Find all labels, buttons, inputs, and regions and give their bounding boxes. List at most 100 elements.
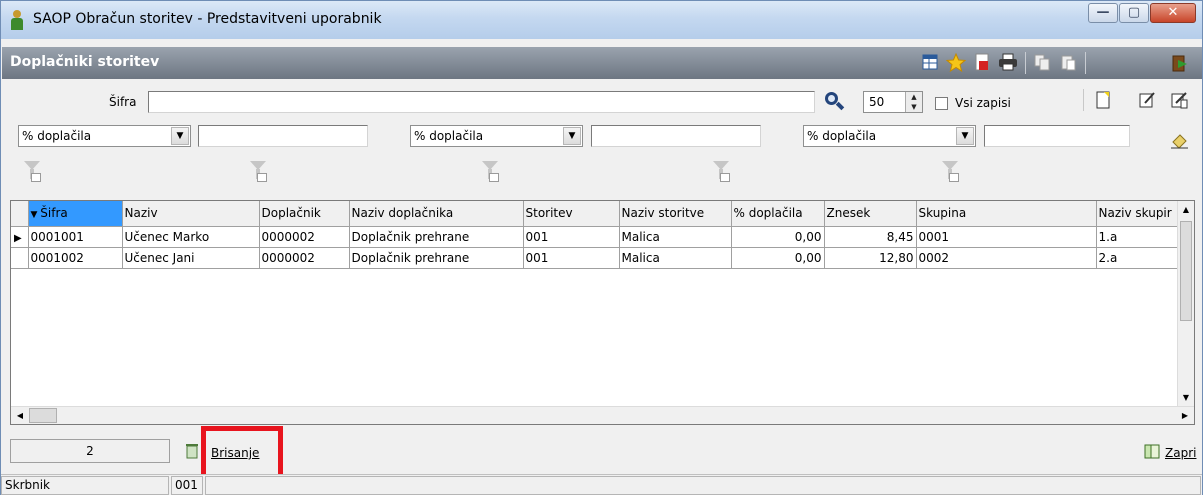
chevron-down-icon[interactable]: ▼ xyxy=(563,127,581,145)
cell-procent-doplacila[interactable]: 0,00 xyxy=(731,247,825,269)
close-icon: ✕ xyxy=(1167,5,1179,20)
minimize-button[interactable]: — xyxy=(1088,3,1118,23)
column-header-naziv-storitve[interactable]: Naziv storitve xyxy=(619,201,732,227)
cell-naziv[interactable]: Učenec Jani xyxy=(122,247,260,269)
filter-value-input-1[interactable] xyxy=(198,125,368,147)
edit-record-icon[interactable] xyxy=(1137,91,1157,111)
maximize-icon: ▢ xyxy=(1127,5,1141,20)
export-pdf-icon[interactable] xyxy=(972,53,992,73)
recycle-bin-icon[interactable] xyxy=(184,439,200,463)
close-form-icon[interactable] xyxy=(1143,439,1161,463)
paste-icon[interactable] xyxy=(1058,53,1078,73)
table-row[interactable]: 0001002 Učenec Jani 0000002 Doplačnik pr… xyxy=(11,247,1184,269)
record-count: 2 xyxy=(10,439,170,463)
cell-znesek[interactable]: 8,45 xyxy=(824,226,917,248)
exit-door-icon[interactable] xyxy=(1170,53,1190,73)
cell-naziv-storitve[interactable]: Malica xyxy=(619,247,732,269)
row-indicator-header xyxy=(11,201,29,227)
cell-naziv-storitve[interactable]: Malica xyxy=(619,226,732,248)
search-code-input[interactable] xyxy=(148,91,815,113)
filter-value-input-2[interactable] xyxy=(591,125,761,147)
cell-naziv-skupine[interactable]: 2.a xyxy=(1096,247,1184,269)
close-window-button[interactable]: ✕ xyxy=(1150,3,1196,23)
chevron-down-icon[interactable]: ▼ xyxy=(171,127,189,145)
scroll-right-icon[interactable]: ▶ xyxy=(1178,408,1192,423)
filter-funnel-icon[interactable] xyxy=(24,161,42,183)
filter-field-value: % doplačila xyxy=(22,129,92,143)
cell-procent-doplacila[interactable]: 0,00 xyxy=(731,226,825,248)
cell-naziv-doplacnika[interactable]: Doplačnik prehrane xyxy=(349,247,524,269)
cell-naziv[interactable]: Učenec Marko xyxy=(122,226,260,248)
column-header-skupina[interactable]: Skupina xyxy=(916,201,1097,227)
table-view-icon[interactable] xyxy=(920,53,940,73)
status-user: Skrbnik xyxy=(1,476,169,495)
sort-desc-icon: ▼ xyxy=(30,210,41,221)
cell-skupina[interactable]: 0001 xyxy=(916,226,1097,248)
column-header-storitev[interactable]: Storitev xyxy=(523,201,620,227)
favorite-star-icon[interactable] xyxy=(945,52,967,73)
new-record-icon[interactable] xyxy=(1093,91,1113,111)
all-records-checkbox[interactable] xyxy=(935,97,948,110)
scroll-down-icon[interactable]: ▼ xyxy=(1178,389,1194,406)
cell-sifra[interactable]: 0001001 xyxy=(28,226,123,248)
scroll-up-icon[interactable]: ▲ xyxy=(1178,201,1194,218)
row-indicator xyxy=(11,247,29,269)
cell-skupina[interactable]: 0002 xyxy=(916,247,1097,269)
status-message xyxy=(205,476,1201,495)
vertical-scrollbar[interactable]: ▲ ▼ xyxy=(1177,201,1194,406)
all-records-label: Vsi zapisi xyxy=(955,96,1011,110)
column-header-procent-doplacila[interactable]: % doplačila xyxy=(731,201,825,227)
app-logo-icon xyxy=(9,10,25,30)
record-limit-stepper[interactable]: 50 ▲ ▼ xyxy=(863,91,923,113)
column-header-naziv[interactable]: Naziv xyxy=(122,201,260,227)
column-header-label: Šifra xyxy=(40,206,68,221)
column-header-doplacnik[interactable]: Doplačnik xyxy=(259,201,350,227)
copy-icon[interactable] xyxy=(1032,53,1052,73)
toolbar-separator xyxy=(1085,52,1086,74)
horizontal-scrollbar[interactable]: ◀ ▶ xyxy=(11,406,1194,424)
table-row[interactable]: ▶ 0001001 Učenec Marko 0000002 Doplačnik… xyxy=(11,226,1184,248)
maximize-button[interactable]: ▢ xyxy=(1119,3,1149,23)
filter-field-select-3[interactable]: % doplačila ▼ xyxy=(803,125,976,147)
status-code: 001 xyxy=(171,476,203,495)
filter-funnel-icon[interactable] xyxy=(942,161,960,183)
column-header-naziv-skupine[interactable]: Naziv skupir xyxy=(1096,201,1184,227)
table-header-row: ▼ Šifra Naziv Doplačnik Naziv doplačnika… xyxy=(11,201,1184,227)
column-header-sifra[interactable]: ▼ Šifra xyxy=(28,201,123,227)
filter-field-select-2[interactable]: % doplačila ▼ xyxy=(410,125,583,147)
cell-naziv-doplacnika[interactable]: Doplačnik prehrane xyxy=(349,226,524,248)
form-header: Doplačniki storitev xyxy=(2,47,1202,79)
cell-doplacnik[interactable]: 0000002 xyxy=(259,226,350,248)
print-icon[interactable] xyxy=(998,53,1018,73)
eraser-icon[interactable] xyxy=(1169,133,1189,153)
title-bar[interactable]: SAOP Obračun storitev - Predstavitveni u… xyxy=(1,1,1202,39)
filter-value-input-3[interactable] xyxy=(984,125,1130,147)
cell-doplacnik[interactable]: 0000002 xyxy=(259,247,350,269)
annotation-highlight-box xyxy=(201,426,283,479)
cell-naziv-skupine[interactable]: 1.a xyxy=(1096,226,1184,248)
cell-storitev[interactable]: 001 xyxy=(523,226,620,248)
filter-funnel-icon[interactable] xyxy=(713,161,731,183)
filter-funnel-icon[interactable] xyxy=(250,161,268,183)
filter-field-value: % doplačila xyxy=(414,129,484,143)
filter-field-select-1[interactable]: % doplačila ▼ xyxy=(18,125,191,147)
column-header-naziv-doplacnika[interactable]: Naziv doplačnika xyxy=(349,201,524,227)
search-icon[interactable] xyxy=(823,91,845,113)
app-window: SAOP Obračun storitev - Predstavitveni u… xyxy=(0,0,1203,495)
scroll-left-icon[interactable]: ◀ xyxy=(13,408,27,423)
copy-record-icon[interactable] xyxy=(1169,91,1189,111)
filter-funnel-icon[interactable] xyxy=(482,161,500,183)
cell-sifra[interactable]: 0001002 xyxy=(28,247,123,269)
column-header-znesek[interactable]: Znesek xyxy=(824,201,917,227)
cell-znesek[interactable]: 12,80 xyxy=(824,247,917,269)
stepper-down-icon[interactable]: ▼ xyxy=(906,102,922,112)
search-code-label: Šifra xyxy=(109,95,137,109)
scroll-thumb[interactable] xyxy=(29,408,57,423)
stepper-up-icon[interactable]: ▲ xyxy=(906,92,922,102)
scroll-thumb[interactable] xyxy=(1180,221,1192,321)
cell-storitev[interactable]: 001 xyxy=(523,247,620,269)
chevron-down-icon[interactable]: ▼ xyxy=(956,127,974,145)
record-limit-value: 50 xyxy=(869,95,885,109)
minimize-icon: — xyxy=(1096,5,1110,20)
close-button[interactable]: Zapri xyxy=(1165,441,1196,465)
